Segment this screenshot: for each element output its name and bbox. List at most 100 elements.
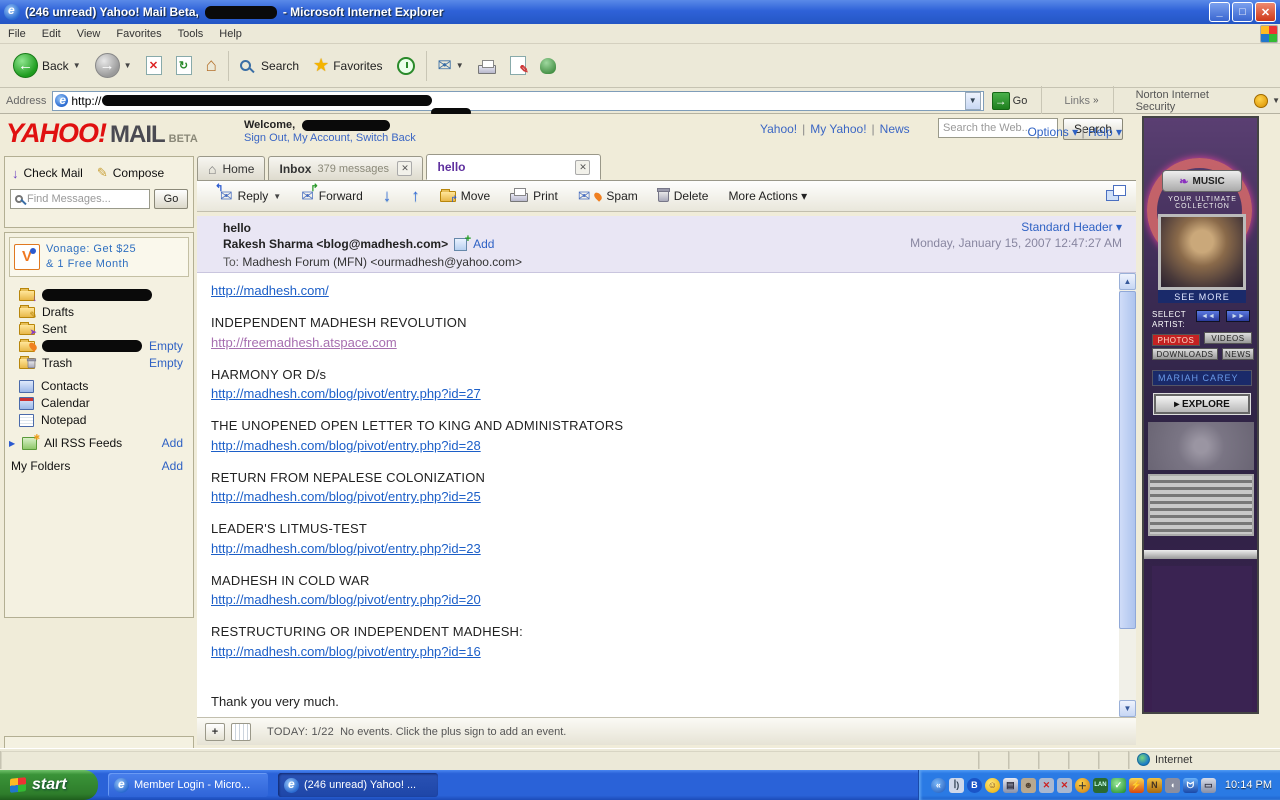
compose-button[interactable]: ✎ Compose: [97, 165, 164, 181]
folder-inbox[interactable]: ↓: [9, 287, 189, 304]
update-shield-icon[interactable]: ✓: [1111, 778, 1126, 793]
news-button[interactable]: NEWS: [1222, 348, 1254, 360]
promo-christina[interactable]: Watch Christina perform live!: [11, 741, 187, 748]
see-more-button[interactable]: SEE MORE: [1158, 290, 1246, 303]
calendar-button[interactable]: [231, 723, 251, 741]
back-dropdown-icon[interactable]: ▼: [73, 61, 81, 70]
minimize-button[interactable]: _: [1209, 2, 1230, 22]
next-artist-button[interactable]: ►►: [1226, 310, 1250, 322]
body-link[interactable]: http://madhesh.com/blog/pivot/entry.php?…: [211, 438, 481, 453]
messenger-smiley-icon[interactable]: ☺: [985, 778, 1000, 793]
link-news[interactable]: News: [880, 122, 910, 136]
print-message-button[interactable]: Print: [501, 183, 567, 209]
empty-bulk-link[interactable]: Empty: [149, 339, 189, 353]
alert-icon[interactable]: ⚡: [1129, 778, 1144, 793]
photos-button[interactable]: PHOTOS: [1152, 334, 1200, 346]
history-button[interactable]: [390, 47, 422, 85]
downloads-button[interactable]: DOWNLOADS: [1152, 348, 1218, 360]
forward-dropdown-icon[interactable]: ▼: [124, 61, 132, 70]
taskbar-item-yahoo-mail[interactable]: (246 unread) Yahoo! ...: [278, 773, 438, 797]
norton-toolbar[interactable]: Norton Internet Security ▼: [1136, 89, 1280, 113]
menu-favorites[interactable]: Favorites: [108, 25, 169, 43]
link-yahoo[interactable]: Yahoo!: [760, 122, 797, 136]
refresh-button[interactable]: ↻: [169, 47, 199, 85]
my-folders-add-link[interactable]: Add: [162, 459, 189, 473]
msn-butterfly-icon[interactable]: ᗢ: [1183, 778, 1198, 793]
links-chevron-icon[interactable]: »: [1093, 95, 1099, 106]
more-actions-button[interactable]: More Actions ▾: [719, 183, 816, 209]
folder-bulk[interactable]: Empty: [9, 338, 189, 355]
go-button[interactable]: → Go: [992, 92, 1028, 110]
volume-icon[interactable]: ◖: [1165, 778, 1180, 793]
tab-inbox[interactable]: Inbox 379 messages ✕: [268, 156, 423, 180]
user-icon[interactable]: ☻: [1021, 778, 1036, 793]
scrollbar-thumb[interactable]: [1119, 291, 1136, 629]
hidden-icons-chevron-icon[interactable]: «: [931, 778, 946, 793]
help-menu[interactable]: Help ▾: [1088, 125, 1122, 139]
close-inbox-tab-icon[interactable]: ✕: [397, 161, 412, 176]
sidebar-item-notepad[interactable]: Notepad: [9, 412, 189, 429]
network-disconnected-icon[interactable]: ✕: [1057, 778, 1072, 793]
find-messages-input[interactable]: Find Messages...: [10, 189, 150, 209]
address-dropdown-icon[interactable]: ▼: [965, 92, 981, 110]
search-button[interactable]: Search: [233, 47, 306, 85]
mail-button[interactable]: ✉ ▼: [431, 47, 471, 85]
vonage-ad[interactable]: Vonage: Get $25 & 1 Free Month: [9, 237, 189, 277]
start-button[interactable]: start: [0, 770, 98, 800]
previous-artist-button[interactable]: ◄◄: [1196, 310, 1220, 322]
link-my-yahoo[interactable]: My Yahoo!: [810, 122, 866, 136]
spam-button[interactable]: ✉ Spam: [569, 183, 647, 209]
empty-trash-link[interactable]: Empty: [149, 356, 189, 370]
tab-home[interactable]: ⌂ Home: [197, 156, 265, 180]
menu-file[interactable]: File: [0, 25, 34, 43]
reply-button[interactable]: ✉↰ Reply ▼: [211, 183, 290, 209]
home-button[interactable]: ⌂: [199, 47, 224, 85]
expand-arrow-icon[interactable]: ▶: [9, 439, 15, 448]
norton-icon[interactable]: N: [1147, 778, 1162, 793]
favorites-button[interactable]: ★ Favorites: [306, 47, 390, 85]
close-hello-tab-icon[interactable]: ✕: [575, 160, 590, 175]
taskbar-item-member-login[interactable]: Member Login - Micro...: [108, 773, 268, 797]
norton-dropdown-icon[interactable]: ▼: [1272, 96, 1280, 105]
forward-button-mail[interactable]: ✉↱ Forward: [292, 183, 372, 209]
wireless-icon[interactable]: ꟾ): [949, 778, 964, 793]
delete-button[interactable]: Delete: [649, 183, 718, 209]
account-links[interactable]: Sign Out, My Account, Switch Back: [244, 132, 416, 144]
folder-drafts[interactable]: ✎ Drafts: [9, 304, 189, 321]
message-scrollbar[interactable]: ▲ ▼: [1119, 273, 1136, 717]
stop-button[interactable]: ✕: [139, 47, 169, 85]
body-link[interactable]: http://madhesh.com/blog/pivot/entry.php?…: [211, 386, 481, 401]
music-ad-banner[interactable]: ❧ MUSIC YOUR ULTIMATE COLLECTION SEE MOR…: [1142, 116, 1259, 714]
reply-dropdown-icon[interactable]: ▼: [273, 192, 281, 201]
display-icon[interactable]: ▭: [1201, 778, 1216, 793]
menu-tools[interactable]: Tools: [170, 25, 212, 43]
previous-message-button[interactable]: ↑: [402, 183, 429, 209]
open-in-new-window-icon[interactable]: [1106, 185, 1126, 201]
menu-help[interactable]: Help: [211, 25, 250, 43]
rss-add-link[interactable]: Add: [162, 436, 189, 450]
sidebar-item-my-folders[interactable]: My Folders Add: [9, 458, 189, 475]
lan-connection-icon[interactable]: LAN: [1093, 778, 1108, 793]
sidebar-item-rss[interactable]: ▶ All RSS Feeds Add: [9, 435, 189, 452]
header-mode-selector[interactable]: Standard Header ▾: [1021, 220, 1122, 234]
move-button[interactable]: ↱ Move: [431, 183, 499, 209]
add-event-button[interactable]: +: [205, 723, 225, 741]
messenger-button[interactable]: [533, 47, 563, 85]
mail-dropdown-icon[interactable]: ▼: [456, 61, 464, 70]
tab-hello[interactable]: hello ✕: [426, 154, 601, 180]
body-link[interactable]: http://madhesh.com/blog/pivot/entry.php?…: [211, 541, 481, 556]
close-button[interactable]: ✕: [1255, 2, 1276, 22]
find-go-button[interactable]: Go: [154, 189, 188, 209]
forward-button[interactable]: → ▼: [88, 47, 139, 85]
bluetooth-icon[interactable]: B: [967, 778, 982, 793]
network-disconnected-icon[interactable]: ✕: [1039, 778, 1054, 793]
sidebar-item-calendar[interactable]: Calendar: [9, 395, 189, 412]
body-link[interactable]: http://madhesh.com/: [211, 283, 329, 298]
back-button[interactable]: ← Back ▼: [6, 47, 88, 85]
explore-button[interactable]: ▸ EXPLORE: [1154, 394, 1250, 414]
add-contact-link[interactable]: Add: [473, 237, 494, 251]
address-input[interactable]: http:// ▼: [52, 91, 983, 111]
videos-button[interactable]: VIDEOS: [1204, 332, 1252, 344]
maximize-button[interactable]: □: [1232, 2, 1253, 22]
media-device-icon[interactable]: ▤: [1003, 778, 1018, 793]
